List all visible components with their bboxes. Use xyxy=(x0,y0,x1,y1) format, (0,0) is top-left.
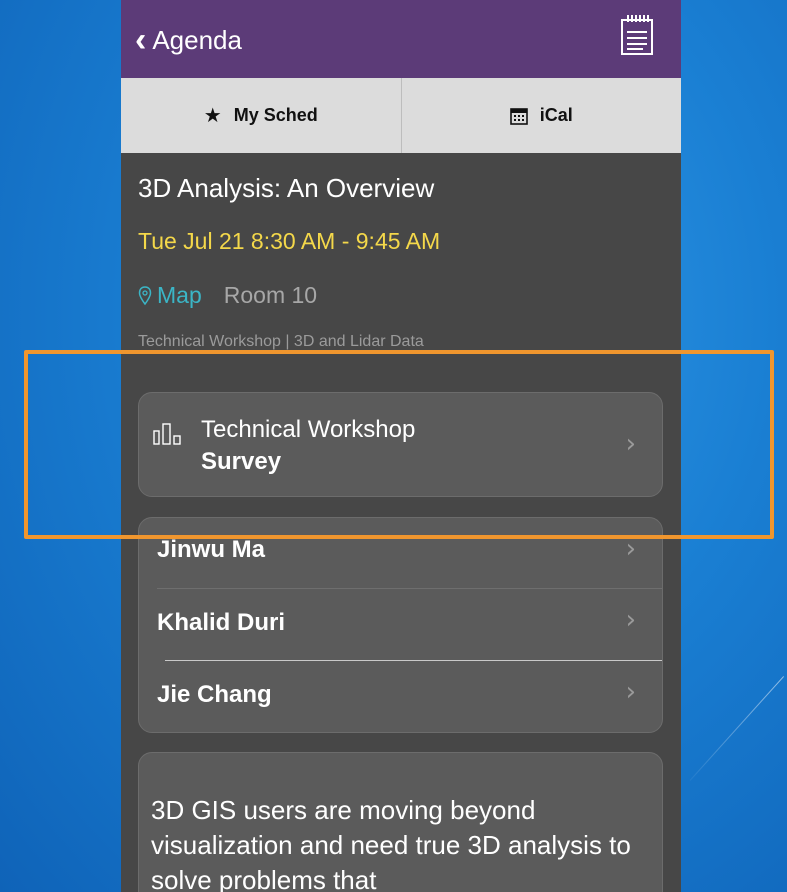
map-link[interactable]: Map xyxy=(138,282,202,309)
chevron-left-icon: ‹ xyxy=(135,21,147,59)
notes-button[interactable] xyxy=(619,12,655,56)
speaker-row[interactable]: Jie Chang › xyxy=(139,661,662,731)
session-time: Tue Jul 21 8:30 AM - 9:45 AM xyxy=(138,228,441,254)
chevron-right-icon: › xyxy=(625,677,636,707)
map-label: Map xyxy=(157,282,202,308)
speaker-name: Jie Chang xyxy=(157,681,272,708)
ical-label: iCal xyxy=(539,105,573,125)
description-card: 3D GIS users are moving beyond visualiza… xyxy=(138,752,663,892)
speaker-name: Khalid Duri xyxy=(157,609,286,636)
map-pin-icon xyxy=(138,285,152,305)
chevron-right-icon: › xyxy=(625,605,636,635)
my-sched-button[interactable]: ★ My Sched xyxy=(121,78,401,153)
star-icon: ★ xyxy=(203,105,222,127)
session-description: 3D GIS users are moving beyond visualiza… xyxy=(151,795,631,892)
room-label: Room 10 xyxy=(223,282,318,308)
ical-button[interactable]: iCal xyxy=(400,78,682,153)
back-button[interactable]: ‹ Agenda xyxy=(135,18,242,62)
speaker-name: Jinwu Ma xyxy=(157,536,266,563)
my-sched-label: My Sched xyxy=(233,105,318,125)
back-label: Agenda xyxy=(152,24,242,55)
speakers-list: Jinwu Ma › Khalid Duri › Jie Chang › xyxy=(138,517,663,733)
notepad-icon xyxy=(621,15,653,55)
segmented-control: ★ My Sched iCal xyxy=(121,78,681,153)
highlight-box xyxy=(24,350,774,539)
track-label: Technical Workshop | 3D and Lidar Data xyxy=(138,333,424,350)
location-row: Map Room 10 xyxy=(138,282,317,309)
navigation-bar: ‹ Agenda xyxy=(121,0,681,78)
speaker-row[interactable]: Khalid Duri › xyxy=(139,589,662,659)
session-title: 3D Analysis: An Overview xyxy=(138,173,435,203)
calendar-icon xyxy=(509,107,528,125)
decorative-line xyxy=(689,676,785,781)
